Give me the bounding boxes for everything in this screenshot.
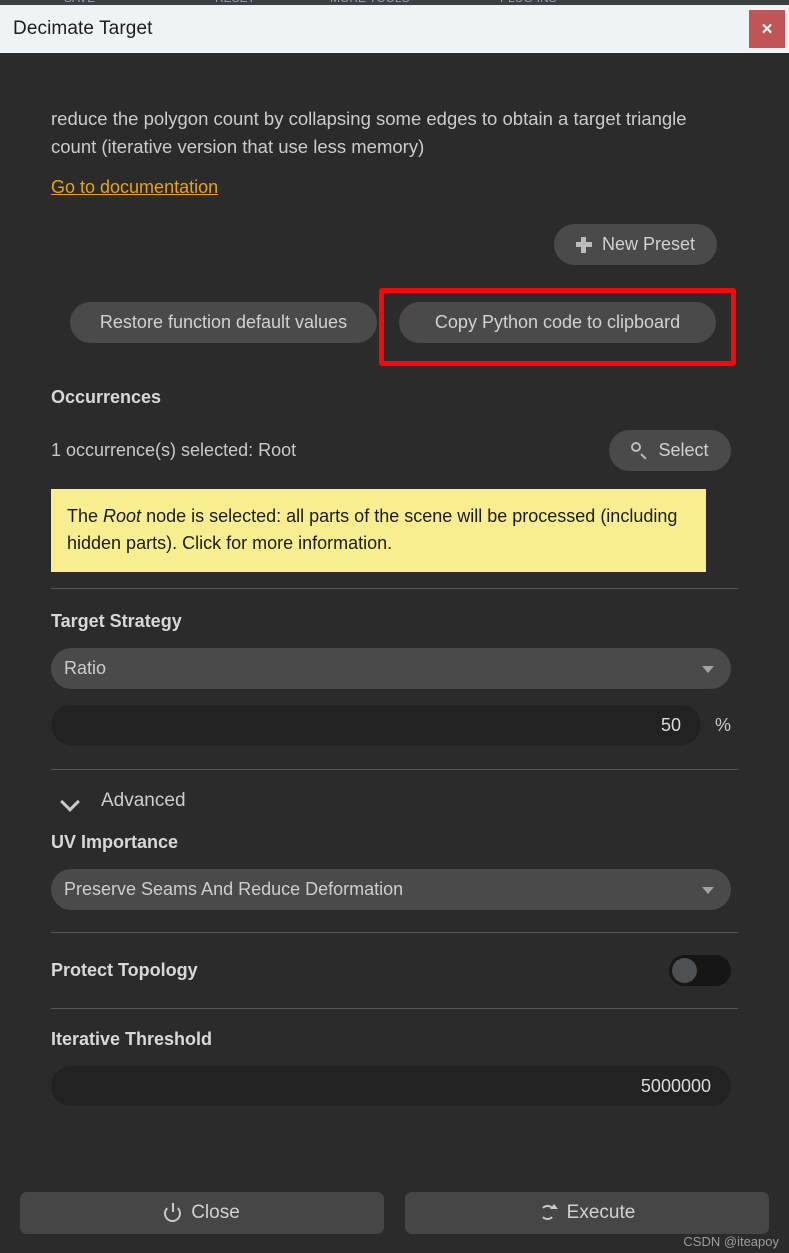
root-node-info-banner[interactable]: The Root node is selected: all parts of …	[51, 489, 706, 572]
iterative-threshold-heading: Iterative Threshold	[51, 1029, 213, 1049]
uv-importance-heading: UV Importance	[51, 832, 179, 852]
note-suffix: node is selected: all parts of the scene…	[67, 506, 678, 553]
protect-topology-label: Protect Topology	[51, 960, 198, 980]
close-button-label: Close	[191, 1202, 240, 1223]
target-strategy-value: Ratio	[64, 658, 107, 678]
chevron-down-icon	[702, 666, 714, 673]
occurrences-row: 1 occurrence(s) selected: Root Select	[51, 430, 739, 471]
note-italic-root: Root	[103, 506, 142, 526]
select-button[interactable]: Select	[609, 430, 731, 471]
close-icon[interactable]: ✕	[749, 10, 785, 48]
divider	[51, 1008, 738, 1009]
iterative-threshold-row	[51, 1066, 739, 1106]
target-ratio-input[interactable]	[51, 705, 701, 745]
power-icon	[164, 1202, 182, 1222]
occurrences-selected-text: 1 occurrence(s) selected: Root	[51, 440, 297, 460]
protect-topology-toggle[interactable]	[669, 955, 731, 986]
target-ratio-unit: %	[715, 714, 732, 735]
search-icon	[631, 442, 648, 459]
protect-topology-row: Protect Topology	[51, 955, 731, 986]
advanced-label: Advanced	[101, 790, 186, 811]
close-button[interactable]: Close	[20, 1192, 384, 1234]
divider	[51, 932, 738, 933]
action-buttons-row: Restore function default values Copy Pyt…	[51, 288, 739, 366]
chevron-down-icon	[61, 795, 79, 807]
select-label: Select	[658, 440, 709, 460]
execute-button[interactable]: Execute	[405, 1192, 769, 1234]
target-ratio-row: %	[51, 705, 739, 745]
chevron-down-icon	[702, 887, 714, 894]
dialog-body: reduce the polygon count by collapsing s…	[0, 53, 789, 1253]
new-preset-row: New Preset	[51, 224, 739, 265]
decimate-target-dialog: SAVE RESET MORE TOOLS PLUG-INS Decimate …	[0, 0, 789, 1253]
plus-icon	[575, 236, 592, 253]
new-preset-label: New Preset	[601, 234, 695, 254]
dialog-footer: Close Execute	[0, 1192, 789, 1234]
function-description: reduce the polygon count by collapsing s…	[51, 108, 687, 157]
restore-defaults-button[interactable]: Restore function default values	[70, 302, 377, 343]
divider	[51, 588, 738, 589]
watermark: CSDN @iteapoy	[683, 1234, 779, 1249]
uv-importance-dropdown[interactable]: Preserve Seams And Reduce Deformation	[51, 869, 731, 910]
target-strategy-dropdown[interactable]: Ratio	[51, 648, 731, 689]
copy-python-code-button[interactable]: Copy Python code to clipboard	[399, 302, 716, 343]
divider	[51, 769, 738, 770]
documentation-link[interactable]: Go to documentation	[51, 177, 218, 198]
toggle-knob	[672, 958, 697, 983]
title-bar: Decimate Target ✕	[0, 5, 789, 53]
new-preset-button[interactable]: New Preset	[553, 224, 717, 265]
refresh-icon	[539, 1204, 558, 1222]
occurrences-heading: Occurrences	[51, 387, 162, 407]
note-prefix: The	[67, 506, 104, 526]
advanced-expander[interactable]: Advanced	[51, 790, 739, 812]
target-strategy-heading: Target Strategy	[51, 611, 182, 631]
window-title: Decimate Target	[13, 18, 153, 39]
execute-button-label: Execute	[566, 1202, 636, 1223]
iterative-threshold-input[interactable]	[51, 1066, 731, 1106]
uv-importance-value: Preserve Seams And Reduce Deformation	[64, 879, 404, 899]
